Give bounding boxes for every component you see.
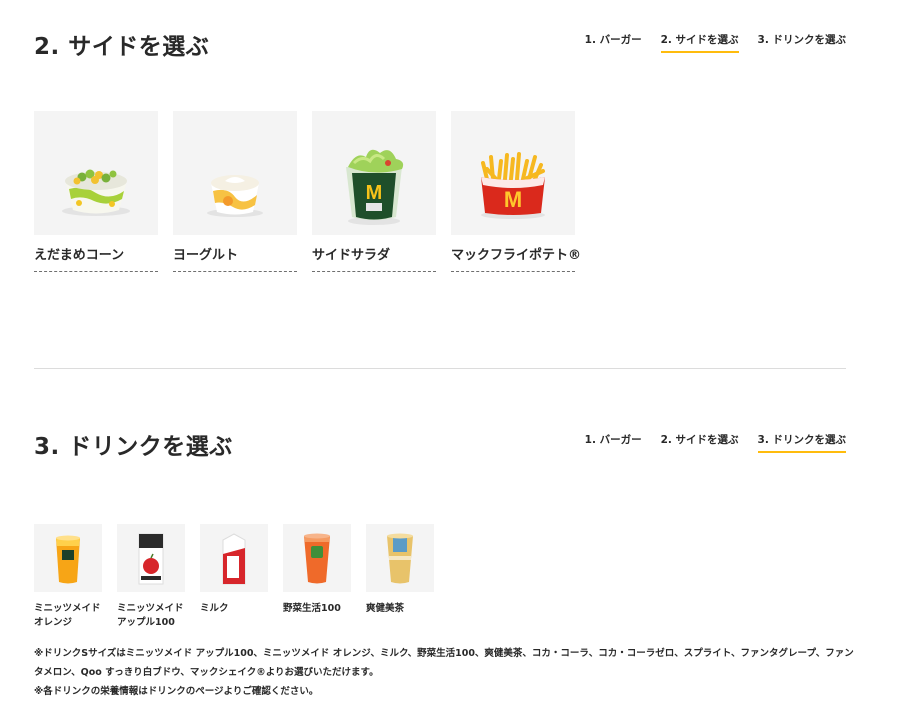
- edamame-corn-cup-icon: [34, 111, 158, 235]
- drink-notes: ※ドリンクSサイズはミニッツメイド アップル100、ミニッツメイド オレンジ、ミ…: [34, 644, 856, 701]
- drink-item-tea[interactable]: 爽健美茶: [366, 524, 434, 630]
- drink-step-drink-tab[interactable]: 3. ドリンクを選ぶ: [757, 432, 846, 453]
- drink-item-name: ミルク: [200, 603, 229, 614]
- drink-item-name: 爽健美茶: [366, 603, 405, 614]
- side-item-edamame-corn[interactable]: えだまめコーン: [34, 111, 158, 272]
- drink-item-list: ミニッツメイド オレンジ ミニッツメイド アップル100 ミルク 野菜生活100…: [34, 524, 434, 630]
- yogurt-cup-icon: [173, 111, 297, 235]
- side-item-name: マックフライポテト®: [451, 235, 581, 272]
- drink-step-nav: 1. バーガー 2. サイドを選ぶ 3. ドリンクを選ぶ: [585, 432, 846, 453]
- drink-size-note: ※ドリンクSサイズはミニッツメイド アップル100、ミニッツメイド オレンジ、ミ…: [34, 648, 854, 678]
- drink-section-title: 3. ドリンクを選ぶ: [34, 434, 233, 460]
- side-section-title: 2. サイドを選ぶ: [34, 34, 210, 60]
- drink-step-burger-tab[interactable]: 1. バーガー: [585, 432, 642, 453]
- drink-item-name: ミニッツメイド アップル100: [117, 603, 184, 628]
- apple-juice-carton-icon: [117, 524, 185, 592]
- french-fries-icon: M: [451, 111, 575, 235]
- side-item-list: えだまめコーン ヨーグルト M サイドサラダ M マックフライポテト®: [34, 111, 581, 272]
- svg-text:M: M: [504, 187, 522, 212]
- milk-carton-icon: [200, 524, 268, 592]
- side-item-name: えだまめコーン: [34, 235, 158, 272]
- drink-item-vegetable[interactable]: 野菜生活100: [283, 524, 351, 630]
- svg-text:M: M: [366, 182, 383, 204]
- drink-item-name: 野菜生活100: [283, 603, 341, 614]
- section-divider: [34, 368, 846, 369]
- side-item-yogurt[interactable]: ヨーグルト: [173, 111, 297, 272]
- side-step-side-tab[interactable]: 2. サイドを選ぶ: [660, 32, 739, 53]
- side-step-drink-tab[interactable]: 3. ドリンクを選ぶ: [758, 32, 846, 53]
- orange-juice-cup-icon: [34, 524, 102, 592]
- tea-cup-icon: [366, 524, 434, 592]
- drink-item-milk[interactable]: ミルク: [200, 524, 268, 630]
- side-item-name: サイドサラダ: [312, 235, 436, 272]
- side-item-name: ヨーグルト: [173, 235, 297, 272]
- drink-nutrition-note: ※各ドリンクの栄養情報はドリンクのページよりご確認ください。: [34, 686, 319, 697]
- drink-item-orange[interactable]: ミニッツメイド オレンジ: [34, 524, 102, 630]
- side-step-burger-tab[interactable]: 1. バーガー: [585, 32, 642, 53]
- side-item-side-salad[interactable]: M サイドサラダ: [312, 111, 436, 272]
- drink-step-side-tab[interactable]: 2. サイドを選ぶ: [661, 432, 739, 453]
- drink-item-apple[interactable]: ミニッツメイド アップル100: [117, 524, 185, 630]
- vegetable-juice-cup-icon: [283, 524, 351, 592]
- side-item-french-fries[interactable]: M マックフライポテト®: [451, 111, 581, 272]
- side-salad-icon: M: [312, 111, 436, 235]
- drink-item-name: ミニッツメイド オレンジ: [34, 603, 101, 628]
- side-step-nav: 1. バーガー 2. サイドを選ぶ 3. ドリンクを選ぶ: [585, 32, 846, 53]
